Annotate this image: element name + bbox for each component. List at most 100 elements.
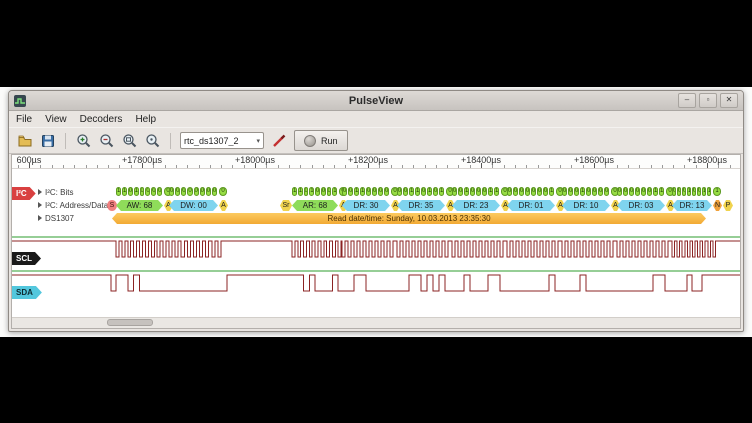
app-icon [14,95,26,107]
ruler-time-label: +18600µs [574,155,614,165]
ruler-tick [526,165,527,168]
expander-icon[interactable] [38,215,42,221]
i2c-bit-annotation: 0 [635,187,640,196]
i2c-bit-annotation: 1 [653,187,658,196]
titlebar[interactable]: PulseView – ▫ ✕ [9,91,743,111]
minimize-button[interactable]: – [678,93,696,108]
i2c-bit-annotation: 1 [409,187,414,196]
scrollbar-thumb[interactable] [107,319,153,326]
device-select[interactable]: rtc_ds1307_2 ▾ [180,132,264,149]
i2c-bit-annotation: 0 [304,187,309,196]
trace-view[interactable]: 600µs+17800µs+18000µs+18200µs+18400µs+18… [11,154,741,329]
horizontal-scrollbar[interactable] [12,317,740,328]
ruler-tick [266,165,267,168]
save-button[interactable] [37,130,58,151]
i2c-bit-annotation: 0 [128,187,133,196]
channel-tag-ic[interactable]: I²C [12,187,36,200]
ruler-tick [684,165,685,168]
ruler-tick [187,165,188,168]
i2c-bit-annotation: 0 [397,187,402,196]
i2c-repeated-start-annotation: Sr [280,200,292,211]
i2c-bit-annotation: 1 [702,187,706,196]
decoder-row-label[interactable]: I²C: Bits [38,187,73,197]
i2c-start-annotation: S [107,200,117,211]
i2c-bit-annotation: 0 [629,187,634,196]
ruler-tick [334,165,335,168]
scl-waveform [12,229,741,261]
i2c-bit-annotation: 0 [641,187,646,196]
i2c-bit-annotation: 0 [482,187,487,196]
i2c-bit-annotation: 0 [682,187,686,196]
menu-item-decoders[interactable]: Decoders [80,114,123,125]
i2c-bit-annotation: 0 [574,187,579,196]
i2c-byte-annotation: AR: 68 [292,200,338,211]
save-disk-icon [40,133,56,149]
i2c-bit-annotation: 0 [212,187,217,196]
i2c-bit-annotation: 0 [513,187,518,196]
zoom-original-button[interactable] [142,130,163,151]
i2c-bit-annotation: 0 [519,187,524,196]
i2c-bit-annotation: 0 [452,187,457,196]
ruler-tick [221,165,222,168]
i2c-bit-annotation: 0 [175,187,180,196]
i2c-bit-annotation: 1 [580,187,585,196]
i2c-bit-annotation: 0 [592,187,597,196]
ruler-tick [18,165,19,168]
menu-item-help[interactable]: Help [135,114,156,125]
open-button[interactable] [14,130,35,151]
menu-item-view[interactable]: View [45,114,67,125]
i2c-byte-annotation: DR: 30 [342,200,390,211]
i2c-bit-annotation: 1 [360,187,365,196]
i2c-bit-annotation: 0 [623,187,628,196]
maximize-button[interactable]: ▫ [699,93,717,108]
i2c-bit-annotation: 0 [537,187,542,196]
decoder-row-label[interactable]: DS1307 [38,213,74,223]
ruler-tick [210,165,211,168]
i2c-bit-annotation: 0 [598,187,603,196]
close-button[interactable]: ✕ [720,93,738,108]
ruler-tick [730,165,731,168]
i2c-bit-annotation: 0 [315,187,320,196]
zoom-fit-button[interactable] [119,130,140,151]
ds1307-annotation-bar: Read date/time: Sunday, 10.03.2013 23:35… [112,213,706,224]
menu-item-file[interactable]: File [16,114,32,125]
ruler-time-label: +18800µs [687,155,727,165]
ruler-tick [696,165,697,168]
i2c-bit-annotation: 1 [122,187,127,196]
ruler-tick [289,165,290,168]
i2c-ack-annotation: A [219,200,228,211]
i2c-bit-annotation: 1 [427,187,432,196]
zoom-out-icon [99,133,115,149]
toolbar-separator [170,133,171,149]
ruler-tick [560,165,561,168]
decoder-row-label[interactable]: I²C: Address/Data [38,200,108,210]
ruler-tick [153,165,154,168]
ruler-time-label: +18400µs [461,155,501,165]
ruler-tick [379,165,380,168]
i2c-byte-annotation: DR: 13 [672,200,712,211]
sda-trace [12,275,741,291]
ruler-tick [515,165,516,168]
expander-icon[interactable] [38,189,42,195]
ruler-tick [86,165,87,168]
zoom-in-button[interactable] [73,130,94,151]
decoder-row-label-text: I²C: Bits [45,188,73,197]
ruler-tick [357,165,358,168]
expander-icon[interactable] [38,202,42,208]
run-button[interactable]: Run [294,130,348,151]
i2c-bit-annotation: 0 [187,187,192,196]
scl-trace [12,241,741,257]
ruler-tick [312,165,313,168]
configure-device-button[interactable] [268,130,289,151]
i2c-bit-annotation: 1 [707,187,711,196]
menubar: File View Decoders Help [9,111,743,127]
i2c-bit-annotation: 1 [309,187,314,196]
ruler-tick [504,165,505,168]
zoom-out-button[interactable] [96,130,117,151]
i2c-bit-annotation: 0 [604,187,609,196]
i2c-bit-annotation: 0 [200,187,205,196]
i2c-bit-annotation: 1 [332,187,337,196]
ruler-tick [651,165,652,168]
i2c-bit-annotation: 0 [348,187,353,196]
timeline-ruler[interactable]: 600µs+17800µs+18000µs+18200µs+18400µs+18… [12,155,740,169]
